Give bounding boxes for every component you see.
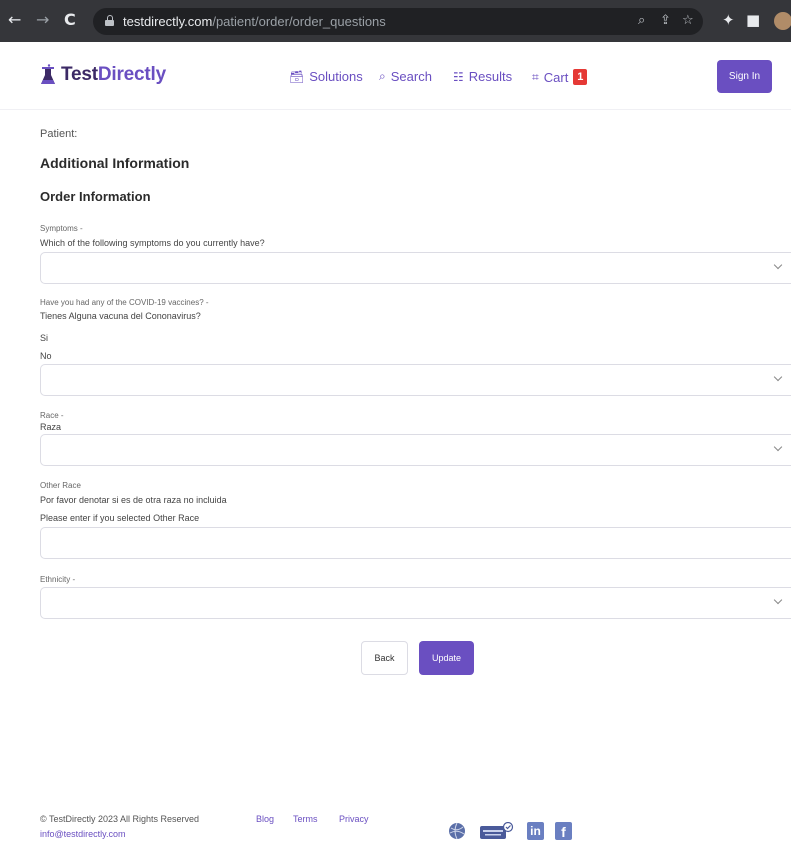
vaccine-option-no[interactable]: No xyxy=(40,351,52,361)
nav-results-label: Results xyxy=(468,69,513,84)
other-race-question-es: Por favor denotar si es de otra raza no … xyxy=(40,495,227,505)
race-select[interactable] xyxy=(40,434,791,466)
briefcase-icon: 🗃 xyxy=(289,69,305,84)
nav-solutions-label: Solutions xyxy=(309,69,363,84)
chevron-down-icon xyxy=(773,595,783,605)
copyright-text: © TestDirectly 2023 All Rights Reserved xyxy=(40,814,200,824)
race-question: Raza xyxy=(40,422,62,432)
facebook-icon[interactable]: f xyxy=(555,822,572,840)
bookmark-star-icon[interactable]: ☆ xyxy=(682,13,694,28)
results-icon: ☷ xyxy=(453,69,464,84)
additional-info-heading: Additional Information xyxy=(40,155,190,171)
patient-label: Patient: xyxy=(40,128,78,140)
testdirectly-logo[interactable]: TestDirectly xyxy=(40,64,166,86)
sign-in-button[interactable]: Sign In xyxy=(717,60,772,93)
lock-icon xyxy=(105,15,114,26)
footer-link-privacy[interactable]: Privacy xyxy=(339,814,369,824)
flask-icon xyxy=(40,64,56,86)
reload-icon[interactable]: C xyxy=(64,11,76,29)
nav-cart[interactable]: ⌗ Cart 1 xyxy=(532,69,588,85)
extensions-puzzle-icon[interactable]: ✦ xyxy=(722,11,735,29)
nav-solutions[interactable]: 🗃 Solutions xyxy=(289,69,363,84)
other-race-input[interactable] xyxy=(40,527,791,559)
linkedin-icon[interactable]: in xyxy=(527,822,544,840)
ethnicity-label: Ethnicity - xyxy=(40,575,76,584)
vaccine-label: Have you had any of the COVID-19 vaccine… xyxy=(40,298,209,307)
vaccine-select[interactable] xyxy=(40,364,791,396)
back-button[interactable]: Back xyxy=(361,641,408,675)
profile-avatar[interactable] xyxy=(774,12,791,30)
symptoms-select[interactable] xyxy=(40,252,791,284)
side-panel-icon[interactable]: ■ xyxy=(746,11,760,29)
share-icon[interactable]: ⇪ xyxy=(660,13,671,28)
email-link[interactable]: info@testdirectly.com xyxy=(40,829,126,839)
other-race-question-en: Please enter if you selected Other Race xyxy=(40,513,200,523)
chevron-down-icon xyxy=(773,260,783,270)
address-bar[interactable]: testdirectly.com/patient/order/order_que… xyxy=(93,8,703,35)
order-info-heading: Order Information xyxy=(40,189,151,204)
cart-count-badge: 1 xyxy=(573,69,588,85)
site-header: TestDirectly 🗃 Solutions ⌕ Search ☷ Resu… xyxy=(0,42,791,110)
symptoms-question: Which of the following symptoms do you c… xyxy=(40,238,265,248)
globe-badge-icon[interactable] xyxy=(448,822,466,840)
nav-cart-label: Cart xyxy=(543,69,569,85)
other-race-label: Other Race xyxy=(40,481,81,490)
vaccine-option-si[interactable]: Si xyxy=(40,333,48,343)
footer-link-blog[interactable]: Blog xyxy=(256,814,274,824)
cart-icon: ⌗ xyxy=(532,69,539,84)
hipaa-compliant-badge-icon[interactable] xyxy=(480,821,514,840)
zoom-icon[interactable]: ⌕ xyxy=(638,13,645,28)
back-arrow-icon[interactable]: ← xyxy=(8,11,21,29)
forward-arrow-icon[interactable]: → xyxy=(36,11,49,29)
symptoms-label: Symptoms - xyxy=(40,224,83,233)
update-button[interactable]: Update xyxy=(419,641,474,675)
ethnicity-select[interactable] xyxy=(40,587,791,619)
race-label: Race - xyxy=(40,411,64,420)
url-text: testdirectly.com/patient/order/order_que… xyxy=(123,14,386,29)
browser-toolbar: ← → C testdirectly.com/patient/order/ord… xyxy=(0,0,791,42)
chevron-down-icon xyxy=(773,442,783,452)
logo-text: TestDirectly xyxy=(61,64,166,85)
nav-search[interactable]: ⌕ Search xyxy=(379,69,432,84)
nav-search-label: Search xyxy=(390,69,432,84)
footer-link-terms[interactable]: Terms xyxy=(293,814,318,824)
search-icon: ⌕ xyxy=(379,69,386,83)
nav-results[interactable]: ☷ Results xyxy=(453,69,512,84)
chevron-down-icon xyxy=(773,372,783,382)
vaccine-question: Tienes Alguna vacuna del Cononavirus? xyxy=(40,311,201,321)
